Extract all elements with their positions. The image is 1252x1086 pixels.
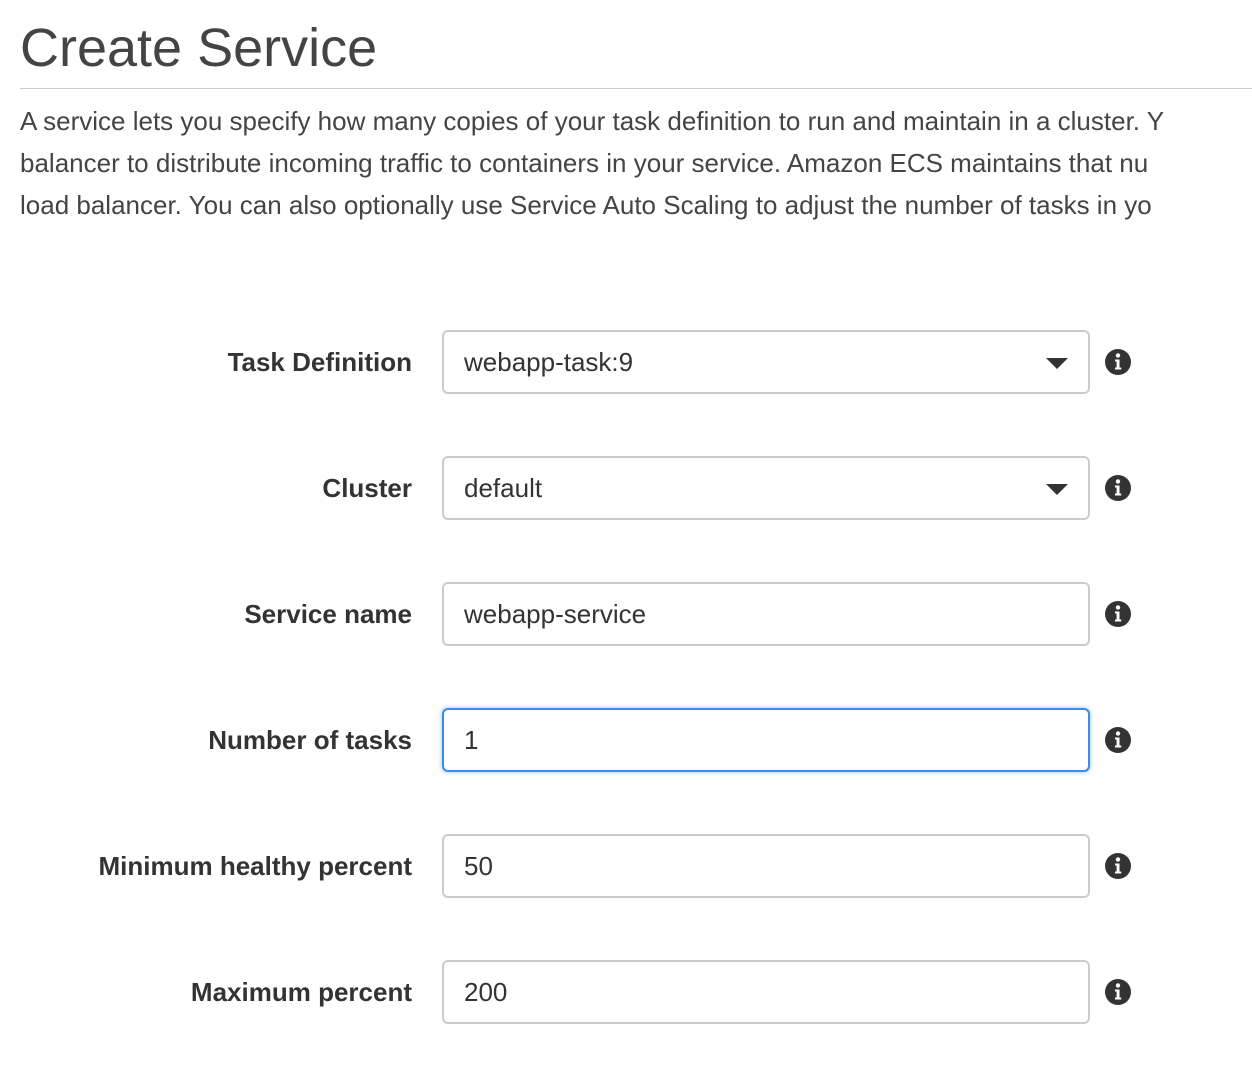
form-row-service-name: Service name [0,582,1252,646]
form-row-task-definition: Task Definition webapp-task:9 [0,330,1252,394]
form-row-cluster: Cluster default [0,456,1252,520]
task-definition-value: webapp-task:9 [464,347,634,377]
service-name-label: Service name [244,599,412,629]
minimum-healthy-percent-label: Minimum healthy percent [98,851,413,881]
create-service-form: Task Definition webapp-task:9 Cluster de… [0,330,1252,1086]
description-line: A service lets you specify how many copi… [20,106,1165,136]
task-definition-select[interactable]: webapp-task:9 [442,330,1090,394]
info-icon[interactable] [1104,852,1132,880]
minimum-healthy-percent-field-wrapper [442,834,1090,898]
caret-down-icon[interactable] [1046,358,1068,369]
cluster-select[interactable]: default [442,456,1090,520]
info-icon[interactable] [1104,726,1132,754]
info-icon[interactable] [1104,474,1132,502]
number-of-tasks-field-wrapper [442,708,1090,772]
form-row-number-of-tasks: Number of tasks [0,708,1252,772]
number-of-tasks-label: Number of tasks [208,725,412,755]
number-of-tasks-input[interactable] [444,710,1088,770]
cluster-value: default [464,473,543,503]
service-name-field-wrapper [442,582,1090,646]
page-title: Create Service [20,18,378,78]
form-row-maximum-percent: Maximum percent [0,960,1252,1024]
form-row-minimum-healthy-percent: Minimum healthy percent [0,834,1252,898]
caret-down-icon[interactable] [1046,484,1068,495]
info-icon[interactable] [1104,348,1132,376]
task-definition-label: Task Definition [227,347,412,377]
service-name-input[interactable] [444,584,1088,644]
info-icon[interactable] [1104,978,1132,1006]
title-divider [20,88,1252,89]
maximum-percent-field-wrapper [442,960,1090,1024]
info-icon[interactable] [1104,600,1132,628]
description-line: balancer to distribute incoming traffic … [20,148,1149,178]
minimum-healthy-percent-input[interactable] [444,836,1088,896]
page-description: A service lets you specify how many copi… [20,100,1252,226]
maximum-percent-input[interactable] [444,962,1088,1022]
description-line: load balancer. You can also optionally u… [20,190,1152,220]
cluster-label: Cluster [322,473,412,503]
maximum-percent-label: Maximum percent [190,977,412,1007]
